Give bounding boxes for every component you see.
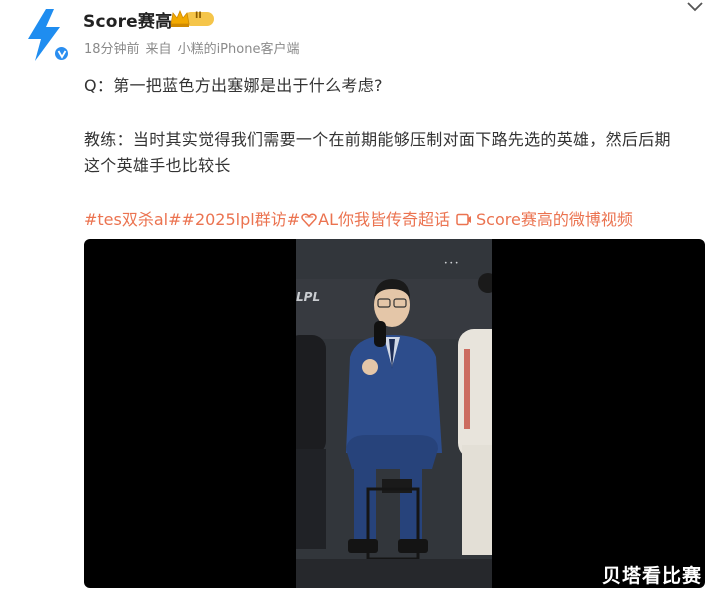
post-meta: 18分钟前 来自 小糕的iPhone客户端: [84, 38, 305, 57]
crown-badge[interactable]: II: [170, 10, 214, 27]
video-icon: [456, 213, 471, 226]
watermark: 贝塔看比赛: [602, 565, 703, 587]
username[interactable]: Score赛高: [83, 7, 172, 32]
video-scene: LPL • • • • • •: [296, 239, 492, 588]
post-time[interactable]: 18分钟前: [84, 42, 140, 57]
heart-gem-icon: [301, 213, 317, 227]
svg-text:• • •: • • •: [444, 260, 458, 267]
source-prefix: 来自: [145, 42, 172, 57]
hashtag-tes[interactable]: #tes双杀al#: [84, 210, 182, 229]
verified-icon: [53, 45, 70, 62]
question-text: Q：第一把蓝色方出塞娜是出于什么考虑?: [84, 76, 383, 95]
answer-text-line2: 这个英雄手也比较长: [84, 156, 231, 175]
crown-icon: [170, 10, 190, 27]
answer-text-line1: 教练：当时其实觉得我们需要一个在前期能够压制对面下路先选的英雄，然后后期: [84, 130, 671, 149]
badge-level: II: [195, 11, 202, 21]
video-frame: LPL • • • • • •: [296, 239, 492, 588]
hashtag-lpl[interactable]: #2025lpl群访#: [182, 210, 301, 229]
source-device: 小糕的iPhone客户端: [177, 42, 300, 57]
video-link[interactable]: Score赛高的微博视频: [476, 210, 633, 229]
lpl-logo: LPL: [296, 290, 320, 304]
super-topic-link[interactable]: AL你我皆传奇超话: [318, 210, 450, 229]
chevron-down-icon[interactable]: [686, 0, 704, 14]
video-player[interactable]: LPL • • • • • •: [84, 239, 705, 588]
tag-line: #tes双杀al##2025lpl群访# AL你我皆传奇超话 Score赛高的微…: [84, 206, 633, 230]
